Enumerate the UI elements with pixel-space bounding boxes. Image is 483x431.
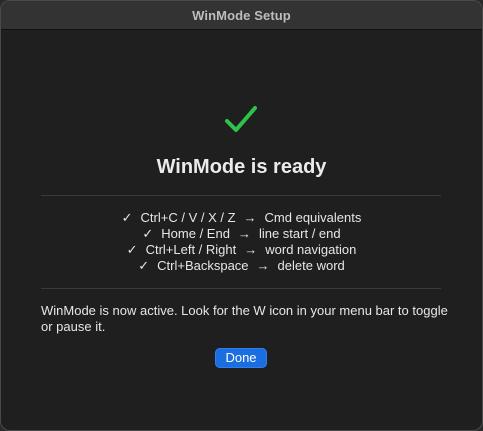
shortcut-item: ✓ Home / End → line start / end — [1, 226, 482, 242]
divider-top — [41, 195, 441, 196]
shortcut-list: ✓ Ctrl+C / V / X / Z → Cmd equivalents ✓ Hom… — [1, 210, 482, 274]
shortcut-item: ✓ Ctrl+Backspace → delete word — [1, 258, 482, 274]
shortcut-action: line start / end — [258, 226, 341, 241]
title-bar[interactable]: WinMode Setup — [1, 1, 482, 30]
arrow-right-icon: → — [256, 258, 270, 273]
shortcut-action: word navigation — [265, 242, 357, 257]
checkmark-icon — [225, 106, 257, 132]
shortcut-action: Cmd equivalents — [264, 210, 362, 225]
divider-bottom — [41, 288, 441, 289]
check-icon: ✓ — [138, 258, 150, 273]
arrow-right-icon: → — [237, 226, 251, 241]
arrow-right-icon: → — [244, 242, 258, 257]
arrow-right-icon: → — [243, 210, 257, 225]
ready-heading: WinMode is ready — [156, 156, 327, 178]
window-content: WinMode is ready ✓ Ctrl+C / V / X / Z → Cmd… — [1, 30, 482, 430]
shortcut-item: ✓ Ctrl+C / V / X / Z → Cmd equivalents — [1, 210, 482, 226]
setup-window: WinMode Setup WinMode is ready ✓ Ctrl+C /… — [0, 0, 483, 431]
shortcut-item: ✓ Ctrl+Left / Right → word navigation — [1, 242, 482, 258]
window-title: WinMode Setup — [192, 7, 291, 23]
shortcut-action: delete word — [277, 258, 345, 273]
check-icon: ✓ — [121, 210, 133, 225]
shortcut-keys: Ctrl+Backspace — [157, 258, 249, 273]
done-button[interactable]: Done — [215, 348, 267, 368]
check-icon: ✓ — [126, 242, 138, 257]
check-icon: ✓ — [142, 226, 154, 241]
status-message: WinMode is now active. Look for the W ic… — [41, 303, 448, 334]
shortcut-keys: Ctrl+C / V / X / Z — [140, 210, 236, 225]
shortcut-keys: Home / End — [161, 226, 230, 241]
shortcut-keys: Ctrl+Left / Right — [145, 242, 237, 257]
